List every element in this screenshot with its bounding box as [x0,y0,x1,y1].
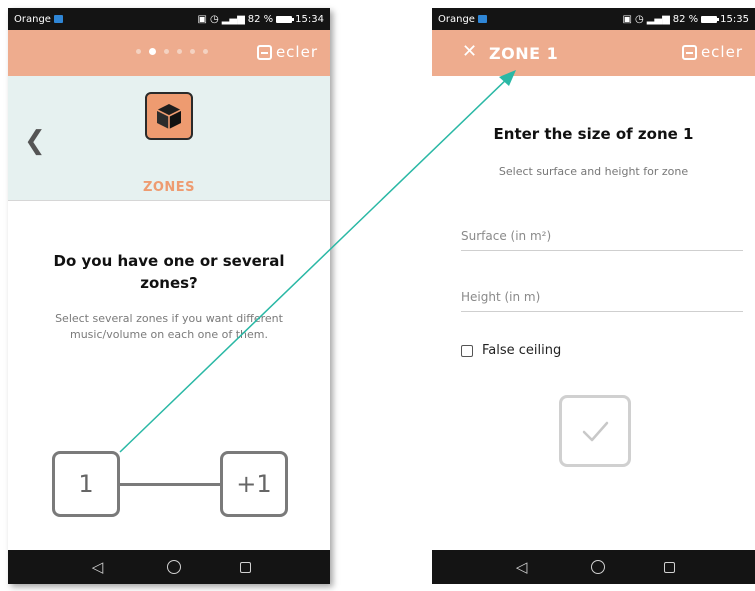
annotation-arrow [119,70,516,453]
